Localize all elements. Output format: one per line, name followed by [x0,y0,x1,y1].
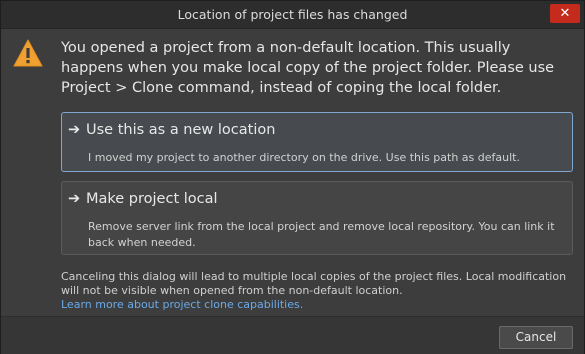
option-title-text: Make project local [86,191,218,207]
dialog-message: You opened a project from a non-default … [61,40,555,96]
footer-note: Canceling this dialog will lead to multi… [61,270,571,312]
close-icon[interactable]: ✕ [550,4,580,23]
option-title: ➔ Make project local [68,191,218,207]
option-title-text: Use this as a new location [86,122,276,138]
learn-more-link[interactable]: Learn more about project clone capabilit… [61,298,303,311]
button-bar: Cancel [1,316,584,354]
cancel-button[interactable]: Cancel [499,326,573,349]
footer-text: Canceling this dialog will lead to multi… [61,270,567,297]
dialog-title: Location of project files has changed [177,7,408,22]
option-description: I moved my project to another directory … [88,151,520,164]
arrow-right-icon: ➔ [68,191,81,207]
use-new-location-option[interactable]: ➔ Use this as a new location I moved my p… [61,112,573,172]
dialog-window: Location of project files has changed ✕ … [0,0,585,354]
option-description: Remove server link from the local projec… [88,220,555,249]
make-project-local-option[interactable]: ➔ Make project local Remove server link f… [61,181,573,255]
arrow-right-icon: ➔ [68,122,81,138]
title-bar: Location of project files has changed ✕ [1,1,584,29]
warning-icon [13,39,43,67]
option-title: ➔ Use this as a new location [68,122,275,138]
